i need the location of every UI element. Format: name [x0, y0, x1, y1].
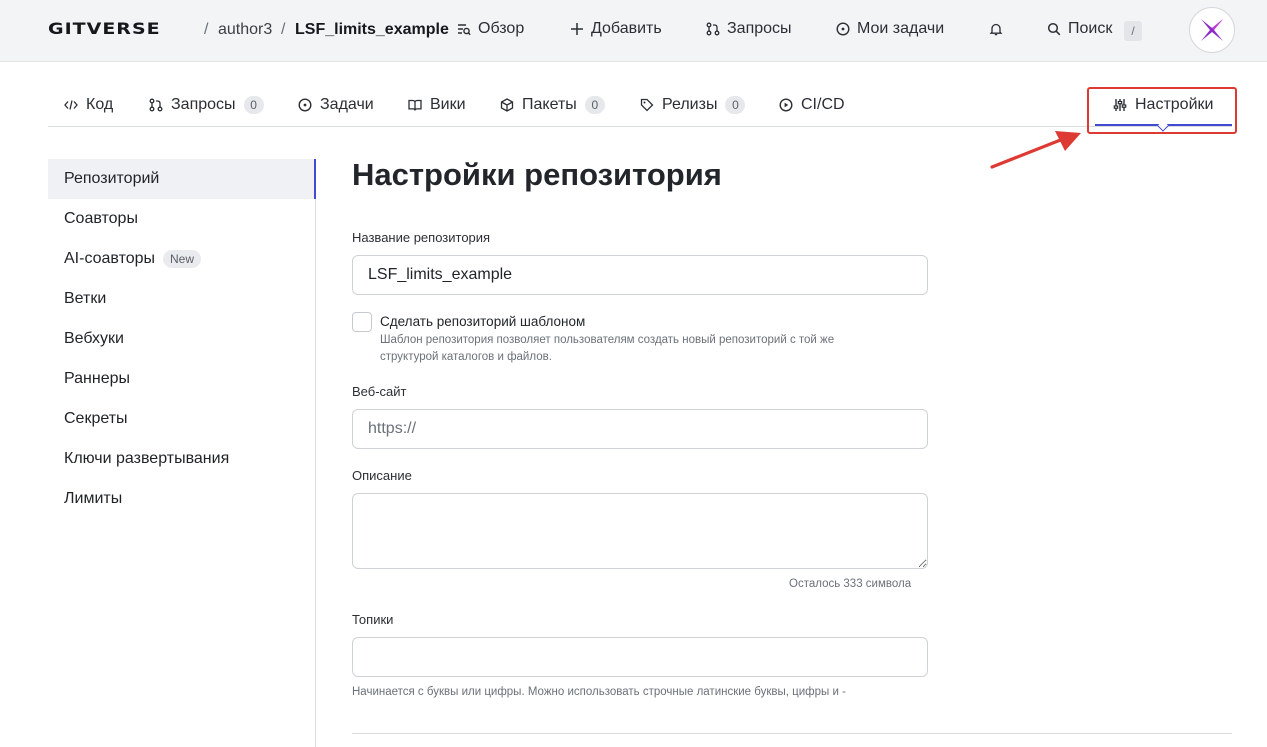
nav-overview[interactable]: Обзор — [457, 20, 524, 38]
nav-add-label: Добавить — [591, 20, 662, 37]
template-checkbox-label: Сделать репозиторий шаблоном — [380, 314, 586, 329]
gitverse-avatar-icon — [1201, 19, 1223, 41]
search-button[interactable]: Поиск — [1047, 20, 1112, 38]
page-title: Настройки репозитория — [352, 157, 722, 192]
code-icon — [64, 100, 78, 110]
template-hint-line: структурой каталогов и файлов. — [380, 351, 552, 363]
sidebar-item-label: AI-соавторы — [64, 250, 156, 267]
tab-code[interactable]: Код — [64, 96, 113, 114]
avatar[interactable] — [1189, 7, 1235, 53]
sidebar-item-repository[interactable]: Репозиторий — [64, 170, 159, 188]
sidebar-item-label: Соавторы — [64, 210, 138, 227]
breadcrumb-separator: / — [281, 21, 286, 38]
gitverse-logo[interactable]: GITVERSE — [48, 20, 161, 39]
annotation-arrow-icon — [990, 131, 1081, 169]
nav-requests[interactable]: Запросы — [706, 20, 792, 38]
description-textarea[interactable] — [352, 493, 928, 569]
bell-icon — [989, 23, 1003, 36]
repo-name-label: Название репозитория — [352, 230, 491, 245]
repo-name-input[interactable] — [352, 255, 928, 295]
search-shortcut-key: / — [1124, 21, 1142, 41]
tab-issues[interactable]: Задачи — [298, 96, 374, 114]
tab-issues-label: Задачи — [320, 96, 374, 113]
overview-icon — [458, 24, 471, 36]
top-bar: GITVERSE / author3 / LSF_limits_example … — [0, 0, 1267, 62]
search-label: Поиск — [1068, 20, 1113, 37]
breadcrumb-owner[interactable]: author3 — [218, 21, 272, 39]
tab-requests-label: Запросы — [171, 96, 236, 113]
play-icon — [779, 98, 793, 112]
sidebar-item-runners[interactable]: Раннеры — [64, 370, 130, 388]
section-divider — [352, 733, 1232, 734]
plus-icon — [571, 23, 583, 35]
topics-input[interactable] — [352, 637, 928, 677]
sidebar-item-label: Раннеры — [64, 370, 131, 387]
sidebar-item-label: Ключи развертывания — [64, 450, 230, 467]
sidebar-item-label: Лимиты — [64, 490, 123, 507]
template-hint-line: Шаблон репозитория позволяет пользовател… — [380, 334, 835, 346]
sidebar-item-label: Вебхуки — [64, 330, 124, 347]
sidebar-active-indicator — [314, 159, 316, 199]
tab-cicd[interactable]: CI/CD — [779, 96, 845, 114]
sidebar-divider — [315, 159, 316, 747]
nav-add[interactable]: Добавить — [570, 20, 662, 38]
tab-packages-label: Пакеты — [522, 96, 577, 113]
tab-code-label: Код — [86, 96, 114, 113]
nav-overview-label: Обзор — [478, 20, 525, 37]
issue-icon — [298, 98, 312, 112]
tab-wiki[interactable]: Вики — [408, 96, 466, 114]
sidebar-item-branches[interactable]: Ветки — [64, 290, 106, 308]
annotation-highlight-box — [1087, 87, 1237, 134]
new-badge: New — [163, 250, 202, 268]
tab-wiki-label: Вики — [430, 96, 466, 113]
sidebar-item-limits[interactable]: Лимиты — [64, 490, 122, 508]
website-input[interactable] — [352, 409, 928, 449]
nav-requests-label: Запросы — [727, 20, 792, 37]
pull-request-icon — [149, 98, 163, 112]
sidebar-item-label: Репозиторий — [64, 170, 160, 187]
issue-icon — [836, 22, 850, 36]
tag-icon — [640, 98, 654, 112]
template-hint: Шаблон репозитория позволяет пользовател… — [380, 332, 834, 366]
tab-cicd-label: CI/CD — [801, 96, 845, 113]
package-icon — [500, 98, 514, 112]
tab-requests-count: 0 — [243, 96, 264, 114]
nav-my-issues-label: Мои задачи — [857, 20, 945, 37]
sidebar-item-secrets[interactable]: Секреты — [64, 410, 128, 428]
pull-request-icon — [706, 22, 720, 36]
sidebar-item-label: Секреты — [64, 410, 128, 427]
tab-packages-count: 0 — [584, 96, 605, 114]
template-checkbox[interactable] — [352, 312, 372, 332]
sidebar-item-collaborators[interactable]: Соавторы — [64, 210, 138, 228]
tab-packages[interactable]: Пакеты 0 — [500, 96, 605, 114]
description-label: Описание — [352, 468, 412, 483]
remaining-characters: Осталось 333 символа — [789, 578, 912, 590]
sidebar-item-webhooks[interactable]: Вебхуки — [64, 330, 124, 348]
breadcrumb-repo[interactable]: LSF_limits_example — [295, 21, 449, 39]
topics-label: Топики — [352, 612, 394, 627]
sidebar-item-label: Ветки — [64, 290, 107, 307]
notifications-button[interactable] — [989, 22, 1003, 36]
sidebar-item-ai-collaborators[interactable]: AI-соавторы New — [64, 250, 202, 268]
book-icon — [408, 99, 422, 111]
sidebar-item-deploy-keys[interactable]: Ключи развертывания — [64, 450, 229, 468]
website-label: Веб-сайт — [352, 384, 407, 399]
nav-my-issues[interactable]: Мои задачи — [836, 20, 944, 38]
search-icon — [1047, 22, 1061, 36]
tab-releases[interactable]: Релизы 0 — [640, 96, 746, 114]
tab-releases-count: 0 — [725, 96, 746, 114]
tab-releases-label: Релизы — [662, 96, 718, 113]
tab-requests[interactable]: Запросы 0 — [149, 96, 264, 114]
topics-hint: Начинается с буквы или цифры. Можно испо… — [352, 686, 846, 698]
breadcrumb-separator: / — [204, 21, 209, 38]
